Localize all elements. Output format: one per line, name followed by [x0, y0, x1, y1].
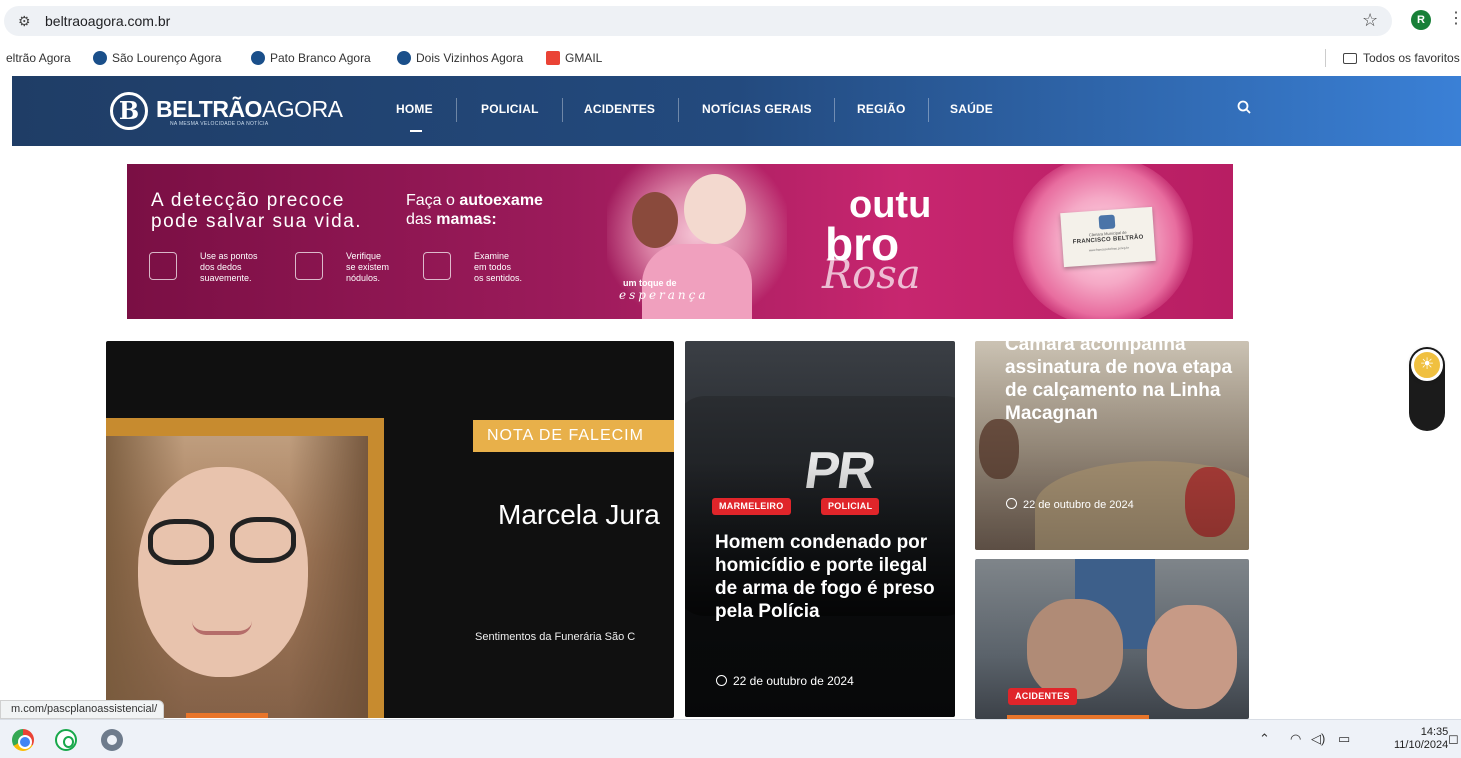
- article-card-camara[interactable]: Câmara acompanha assinatura de nova etap…: [975, 341, 1249, 550]
- bookmark-dois-vizinhos[interactable]: Dois Vizinhos Agora: [397, 51, 523, 65]
- nav-separator: [928, 98, 929, 122]
- category-tag[interactable]: [186, 713, 268, 718]
- article-title[interactable]: Câmara acompanha assinatura de nova etap…: [1005, 341, 1245, 425]
- banner-cta-1: Faça o autoexame: [406, 192, 543, 209]
- bookmark-gmail[interactable]: GMAIL: [546, 51, 602, 65]
- hand-touch-icon: [149, 252, 177, 280]
- nav-active-indicator: [410, 130, 422, 132]
- nav-separator: [834, 98, 835, 122]
- banner-toque: um toque de: [623, 278, 677, 288]
- sun-icon[interactable]: ☀: [1411, 349, 1443, 381]
- site-favicon-icon: [251, 51, 265, 65]
- taskbar: ⌃ ◠ ◁) ▭ 14:35 11/10/2024 ◻: [0, 719, 1461, 758]
- hand-check-icon: [295, 252, 323, 280]
- notification-icon[interactable]: ◻: [1448, 731, 1459, 747]
- banner-cta-2: das mamas:: [406, 211, 497, 228]
- article-card-police[interactable]: PR MARMELEIRO POLICIAL Homem condenado p…: [685, 341, 955, 717]
- nav-noticias-gerais[interactable]: NOTÍCIAS GERAIS: [702, 102, 812, 116]
- featured-article-card[interactable]: NOTA DE FALECIM Marcela Jura Sentimentos…: [106, 341, 674, 718]
- obituary-name: Marcela Jura: [498, 499, 660, 530]
- obituary-subtitle: Sentimentos da Funerária São C: [475, 631, 636, 643]
- outubro-rosa-banner[interactable]: A detecção precoce pode salvar sua vida.…: [127, 164, 1233, 319]
- article-date: 22 de outubro de 2024: [716, 674, 854, 688]
- banner-tip-3: Examine em todos os sentidos.: [474, 251, 523, 283]
- chrome-icon[interactable]: [12, 729, 34, 751]
- nav-separator: [678, 98, 679, 122]
- logo-mark-icon: B: [110, 92, 148, 130]
- crest-icon: [1098, 214, 1116, 230]
- bookmark-star-icon[interactable]: ☆: [1362, 10, 1378, 31]
- obituary-label: NOTA DE FALECIM: [473, 420, 674, 452]
- browser-menu-icon[interactable]: ⋮: [1448, 8, 1461, 28]
- clock-icon: [716, 675, 727, 686]
- status-bar-url: m.com/pascplanoassistencial/: [0, 700, 165, 719]
- bookmark-beltrao[interactable]: eltrão Agora: [6, 51, 71, 65]
- nav-separator: [456, 98, 457, 122]
- volume-icon[interactable]: ◁): [1311, 731, 1325, 747]
- banner-headline-1: A detecção precoce: [151, 190, 345, 211]
- nav-saude[interactable]: SAÚDE: [950, 102, 993, 116]
- nav-separator: [562, 98, 563, 122]
- address-bar[interactable]: ⚙ beltraoagora.com.br: [4, 6, 1392, 36]
- article-title[interactable]: Homem condenado por homicídio e porte il…: [715, 531, 940, 623]
- nav-acidentes[interactable]: ACIDENTES: [584, 102, 655, 116]
- browser-toolbar: ⚙ beltraoagora.com.br ☆ R ⋮: [0, 0, 1461, 44]
- camara-seal: Câmara Municipal de FRANCISCO BELTRÃO ww…: [1060, 206, 1156, 268]
- clock-icon: [1006, 498, 1017, 509]
- gmail-icon: [546, 51, 560, 65]
- nav-regiao[interactable]: REGIÃO: [857, 102, 906, 116]
- article-date: 22 de outubro de 2024: [1006, 498, 1134, 511]
- site-favicon-icon: [397, 51, 411, 65]
- bookmarks-bar: eltrão Agora São Lourenço Agora Pato Bra…: [0, 44, 1461, 72]
- nav-home[interactable]: HOME: [396, 102, 433, 116]
- url-text[interactable]: beltraoagora.com.br: [45, 13, 170, 29]
- logo-wordmark: BELTRÃOAGORA: [156, 96, 343, 122]
- settings-icon[interactable]: [101, 729, 123, 751]
- logo-tagline: NA MESMA VELOCIDADE DA NOTÍCIA: [170, 121, 269, 127]
- article-card-acidentes[interactable]: ACIDENTES: [975, 559, 1249, 719]
- bookmarks-folder[interactable]: Todos os favoritos: [1343, 51, 1460, 65]
- banner-esperanca: esperança: [619, 288, 709, 302]
- chevron-up-icon[interactable]: ⌃: [1259, 731, 1270, 747]
- tag-marmeleiro[interactable]: MARMELEIRO: [712, 498, 791, 515]
- wifi-icon[interactable]: ◠: [1290, 731, 1301, 747]
- banner-tip-1: Use as pontos dos dedos suavemente.: [200, 251, 258, 283]
- tag-policial[interactable]: POLICIAL: [821, 498, 880, 515]
- nav-policial[interactable]: POLICIAL: [481, 102, 539, 116]
- search-icon[interactable]: [1237, 100, 1251, 114]
- battery-icon[interactable]: ▭: [1338, 731, 1350, 747]
- whatsapp-icon[interactable]: [55, 729, 77, 751]
- bookmark-sao-lourenco[interactable]: São Lourenço Agora: [93, 51, 221, 65]
- bookmarks-separator: [1325, 49, 1326, 67]
- taskbar-clock[interactable]: 14:35 11/10/2024: [1394, 726, 1448, 752]
- site-info-icon[interactable]: ⚙: [18, 13, 31, 30]
- banner-headline-2: pode salvar sua vida.: [151, 211, 363, 232]
- tag-acidentes[interactable]: ACIDENTES: [1008, 688, 1077, 705]
- site-header: B BELTRÃOAGORA NA MESMA VELOCIDADE DA NO…: [12, 76, 1461, 146]
- bookmark-pato-branco[interactable]: Pato Branco Agora: [251, 51, 371, 65]
- folder-icon: [1343, 53, 1357, 64]
- banner-rosa: Rosa: [822, 252, 921, 298]
- profile-avatar[interactable]: R: [1411, 10, 1431, 30]
- hand-examine-icon: [423, 252, 451, 280]
- site-favicon-icon: [93, 51, 107, 65]
- banner-tip-2: Verifique se existem nódulos.: [346, 251, 390, 283]
